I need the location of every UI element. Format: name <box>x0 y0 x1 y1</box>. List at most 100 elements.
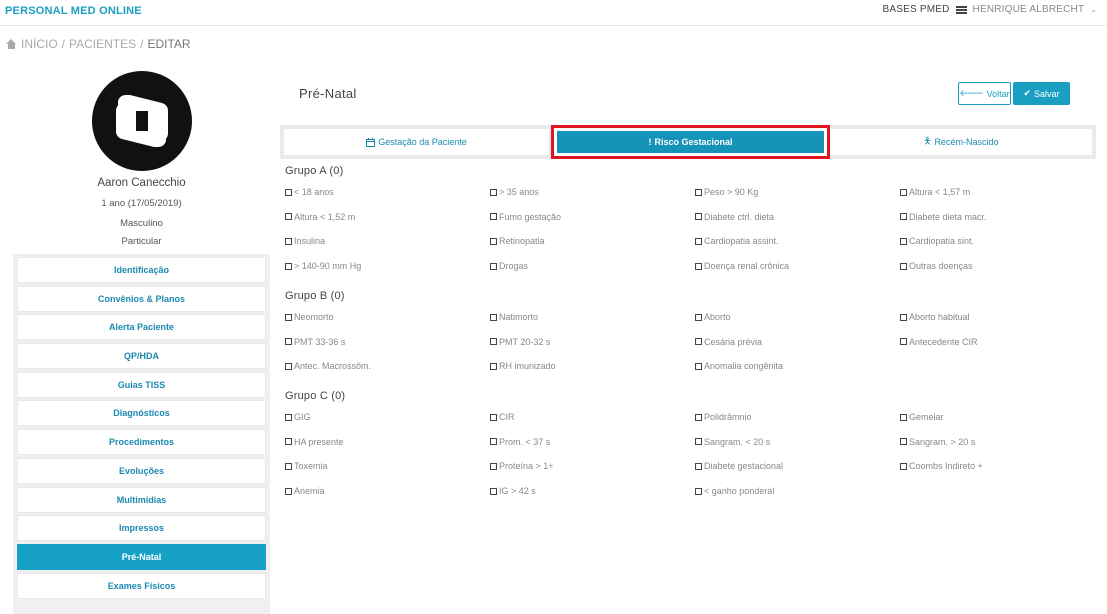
tab-recem-nascido[interactable]: 🯅 Recém-Nascido <box>830 129 1092 155</box>
risk-checkbox-option[interactable]: Sangram. < 20 s <box>695 437 770 447</box>
checkbox[interactable] <box>285 188 292 196</box>
risk-checkbox-option[interactable]: Anomalia congênita <box>695 361 783 371</box>
risk-checkbox-option[interactable]: Cardiopatia assint. <box>695 236 779 246</box>
risk-checkbox-option[interactable]: Cesária prévia <box>695 337 762 347</box>
sidebar-item-evolucoes[interactable]: Evoluções <box>17 457 266 484</box>
tab-gestacao-paciente[interactable]: Gestação da Paciente <box>284 129 549 155</box>
checkbox[interactable] <box>695 413 702 421</box>
checkbox[interactable] <box>900 438 907 446</box>
sidebar-item-procedimentos[interactable]: Procedimentos <box>17 429 266 456</box>
sidebar-item-pre-natal[interactable]: Pré-Natal <box>17 543 266 570</box>
checkbox[interactable] <box>285 487 292 495</box>
risk-checkbox-option[interactable]: HA presente <box>285 437 344 447</box>
checkbox[interactable] <box>285 213 292 221</box>
checkbox[interactable] <box>900 462 907 470</box>
checkbox[interactable] <box>490 413 497 421</box>
risk-checkbox-option[interactable]: Altura < 1,57 m <box>900 187 970 197</box>
risk-checkbox-option[interactable]: Insulina <box>285 236 325 246</box>
sidebar-item-qp-hda[interactable]: QP/HDA <box>17 343 266 370</box>
checkbox[interactable] <box>490 237 497 245</box>
brand-logo[interactable]: PERSONAL MED ONLINE <box>5 5 142 17</box>
risk-checkbox-option[interactable]: CIR <box>490 412 515 422</box>
checkbox[interactable] <box>490 462 497 470</box>
risk-checkbox-option[interactable]: GIG <box>285 412 311 422</box>
sidebar-item-exames-fisicos[interactable]: Exames Físicos <box>17 572 266 599</box>
risk-checkbox-option[interactable]: PMT 33-36 s <box>285 337 345 347</box>
risk-checkbox-option[interactable]: Altura < 1,52 m <box>285 212 355 222</box>
checkbox[interactable] <box>285 237 292 245</box>
risk-checkbox-option[interactable]: PMT 20-32 s <box>490 337 550 347</box>
risk-checkbox-option[interactable]: Natimorto <box>490 312 538 322</box>
risk-checkbox-option[interactable]: Gemelar <box>900 412 944 422</box>
checkbox[interactable] <box>900 338 907 346</box>
risk-checkbox-option[interactable]: < 18 anos <box>285 187 334 197</box>
sidebar-item-identificacao[interactable]: Identificação <box>17 257 266 283</box>
breadcrumb-patients[interactable]: PACIENTES <box>69 37 136 51</box>
checkbox[interactable] <box>490 487 497 495</box>
save-button[interactable]: ✔ Salvar <box>1013 82 1070 105</box>
risk-checkbox-option[interactable]: Fumo gestação <box>490 212 561 222</box>
checkbox[interactable] <box>900 262 907 270</box>
checkbox[interactable] <box>490 188 497 196</box>
checkbox[interactable] <box>695 313 702 321</box>
checkbox[interactable] <box>900 188 907 196</box>
checkbox[interactable] <box>285 338 292 346</box>
checkbox[interactable] <box>695 188 702 196</box>
risk-checkbox-option[interactable]: Doença renal crônica <box>695 261 789 271</box>
checkbox[interactable] <box>695 438 702 446</box>
checkbox[interactable] <box>285 262 292 270</box>
bases-link[interactable]: BASES PMED <box>883 4 950 15</box>
risk-checkbox-option[interactable]: < ganho ponderal <box>695 486 774 496</box>
checkbox[interactable] <box>695 213 702 221</box>
risk-checkbox-option[interactable]: Aborto habitual <box>900 312 970 322</box>
risk-checkbox-option[interactable]: Retinopatia <box>490 236 545 246</box>
risk-checkbox-option[interactable]: Drogas <box>490 261 528 271</box>
checkbox[interactable] <box>695 362 702 370</box>
risk-checkbox-option[interactable]: Toxemia <box>285 461 328 471</box>
checkbox[interactable] <box>490 338 497 346</box>
risk-checkbox-option[interactable]: Diabete dieta macr. <box>900 212 987 222</box>
breadcrumb-home[interactable]: INÍCIO <box>21 37 58 51</box>
risk-checkbox-option[interactable]: Sangram. > 20 s <box>900 437 975 447</box>
risk-checkbox-option[interactable]: Antec. Macrossôm. <box>285 361 371 371</box>
sidebar-item-diagnosticos[interactable]: Diagnósticos <box>17 400 266 427</box>
list-icon[interactable] <box>955 5 967 14</box>
checkbox[interactable] <box>285 313 292 321</box>
checkbox[interactable] <box>695 462 702 470</box>
checkbox[interactable] <box>900 237 907 245</box>
checkbox[interactable] <box>900 313 907 321</box>
checkbox[interactable] <box>490 438 497 446</box>
risk-checkbox-option[interactable]: RH imunizado <box>490 361 556 371</box>
risk-checkbox-option[interactable]: Peso > 90 Kg <box>695 187 758 197</box>
risk-checkbox-option[interactable]: Diabete gestacional <box>695 461 783 471</box>
risk-checkbox-option[interactable]: Proteína > 1+ <box>490 461 554 471</box>
risk-checkbox-option[interactable]: > 35 anos <box>490 187 539 197</box>
risk-checkbox-option[interactable]: Outras doenças <box>900 261 973 271</box>
checkbox[interactable] <box>490 213 497 221</box>
checkbox[interactable] <box>695 262 702 270</box>
checkbox[interactable] <box>695 487 702 495</box>
checkbox[interactable] <box>285 462 292 470</box>
checkbox[interactable] <box>490 362 497 370</box>
checkbox[interactable] <box>695 338 702 346</box>
chevron-down-icon[interactable]: ⌄ <box>1090 5 1097 14</box>
checkbox[interactable] <box>285 362 292 370</box>
risk-checkbox-option[interactable]: Diabete ctrl. dieta <box>695 212 774 222</box>
risk-checkbox-option[interactable]: Aborto <box>695 312 731 322</box>
checkbox[interactable] <box>900 413 907 421</box>
checkbox[interactable] <box>490 262 497 270</box>
risk-checkbox-option[interactable]: IG > 42 s <box>490 486 536 496</box>
home-icon[interactable] <box>6 39 17 49</box>
user-menu[interactable]: HENRIQUE ALBRECHT <box>973 4 1085 15</box>
risk-checkbox-option[interactable]: Polidrâmnio <box>695 412 752 422</box>
risk-checkbox-option[interactable]: Anemia <box>285 486 325 496</box>
tab-risco-gestacional[interactable]: ! Risco Gestacional <box>557 131 824 153</box>
checkbox[interactable] <box>285 413 292 421</box>
checkbox[interactable] <box>900 213 907 221</box>
sidebar-item-alerta[interactable]: Alerta Paciente <box>17 314 266 341</box>
risk-checkbox-option[interactable]: Cardiopatia sint. <box>900 236 974 246</box>
sidebar-item-multimidias[interactable]: Multimídias <box>17 486 266 513</box>
sidebar-item-guias-tiss[interactable]: Guias TISS <box>17 371 266 398</box>
checkbox[interactable] <box>285 438 292 446</box>
risk-checkbox-option[interactable]: Prom. < 37 s <box>490 437 550 447</box>
